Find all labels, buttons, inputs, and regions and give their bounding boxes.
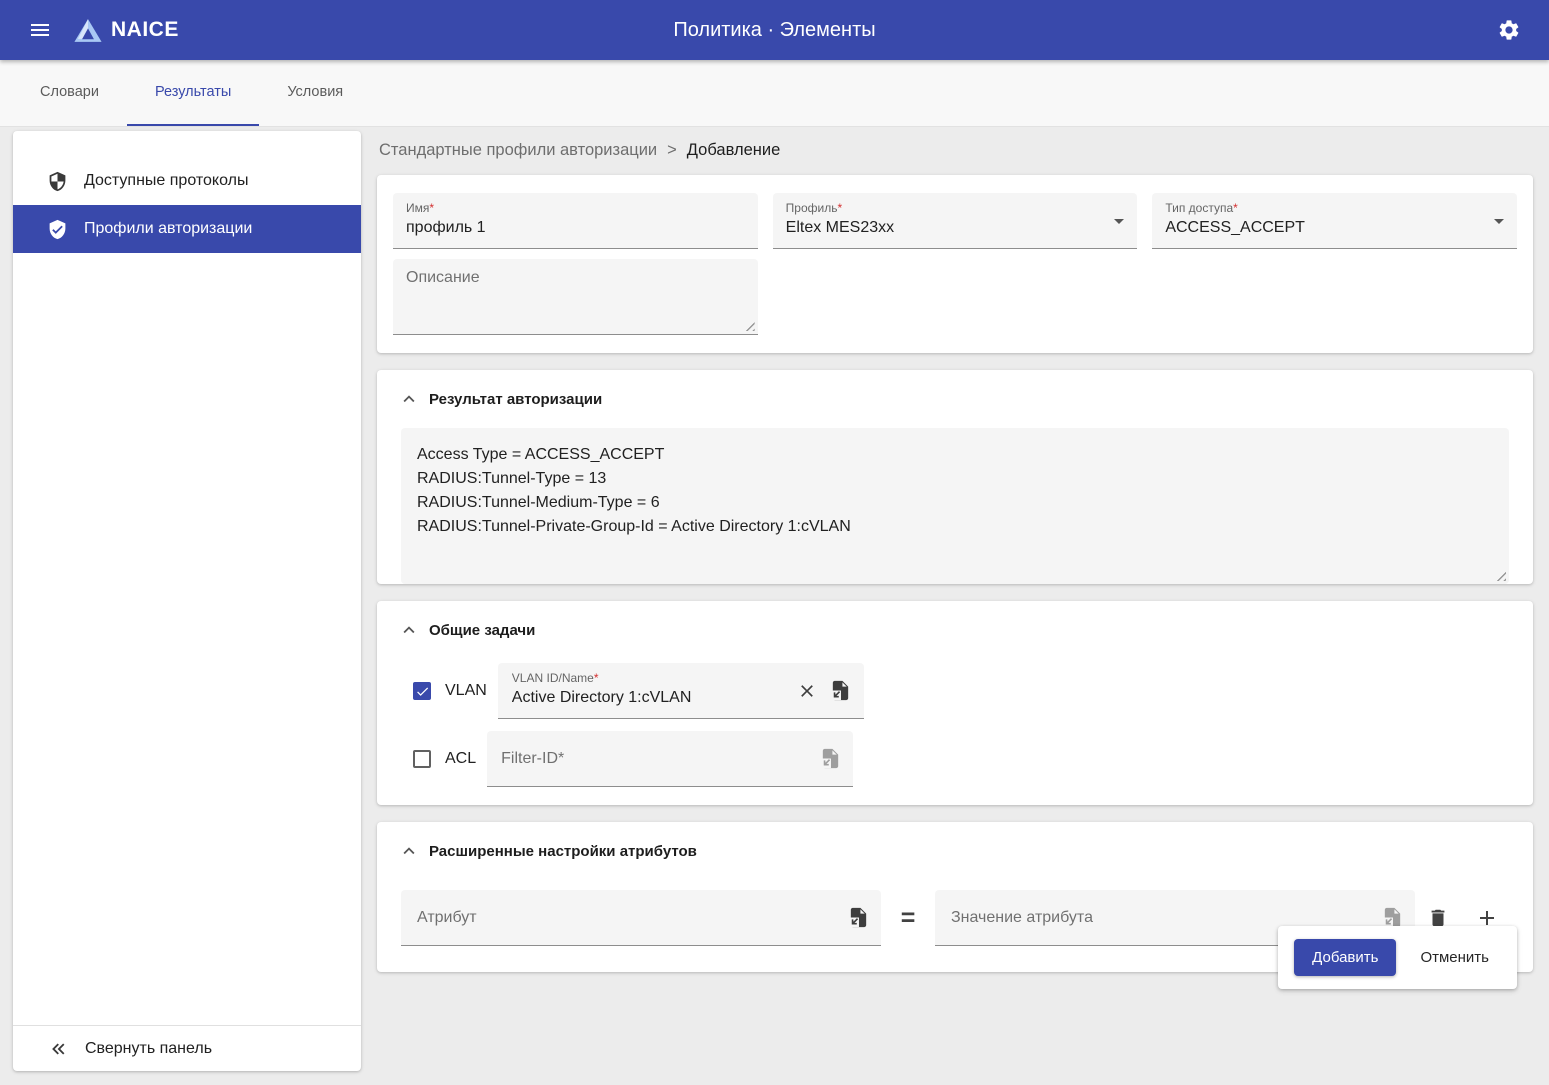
resize-grip-icon[interactable] [744,320,755,331]
chevron-up-icon[interactable] [398,619,420,641]
cancel-button[interactable]: Отменить [1406,939,1503,976]
vlan-id-field: VLAN ID/Name* [498,663,864,719]
acl-task-row: ACL [413,731,1509,787]
authorization-result-header: Результат авторизации [377,370,1533,410]
collapse-panel-button[interactable]: Свернуть панель [13,1025,361,1071]
common-tasks-header: Общие задачи [377,601,1533,641]
attribute-field [401,890,881,946]
tab-conditions[interactable]: Условия [259,60,371,126]
vlan-id-field-label: VLAN ID/Name* [512,671,790,685]
description-field [393,259,758,335]
authorization-result-textarea[interactable]: Access Type = ACCESS_ACCEPT RADIUS:Tunne… [417,443,1493,569]
sidebar-item-available-protocols[interactable]: Доступные протоколы [13,157,361,205]
required-asterisk: * [429,201,434,215]
description-textarea[interactable] [406,269,745,324]
authorization-result-box: Access Type = ACCESS_ACCEPT RADIUS:Tunne… [401,428,1509,584]
tab-bar: Словари Результаты Условия [0,60,1549,127]
breadcrumb: Стандартные профили авторизации > Добавл… [379,141,1533,160]
add-button[interactable]: Добавить [1294,939,1396,976]
sidebar-item-label: Профили авторизации [84,220,252,238]
insert-from-dictionary-icon[interactable] [841,898,875,938]
shield-check-icon [47,219,68,240]
required-asterisk: * [837,201,842,215]
profile-form-card: Имя* Профиль* Eltex MES23xx Тип доступа*… [377,175,1533,353]
sidebar-item-label: Доступные протоколы [84,172,248,190]
clear-icon[interactable] [790,671,824,711]
form-actions: Добавить Отменить [1278,926,1517,989]
tab-results[interactable]: Результаты [127,60,259,126]
content-area: Доступные протоколы Профили авторизации … [0,127,1549,1085]
hamburger-menu-icon[interactable] [20,10,60,50]
access-type-select[interactable]: Тип доступа* ACCESS_ACCEPT [1152,193,1517,249]
vlan-id-input[interactable] [512,689,790,707]
section-title: Расширенные настройки атрибутов [429,843,697,860]
profile-select-label: Профиль* [786,201,1126,215]
brand-name: NAICE [111,18,179,42]
attribute-value-input[interactable] [951,909,1375,927]
chevron-up-icon[interactable] [398,388,420,410]
name-field-label: Имя* [406,201,746,215]
access-type-select-label: Тип доступа* [1165,201,1505,215]
acl-filter-input[interactable] [501,750,813,768]
insert-from-dictionary-icon [813,739,847,779]
section-title: Результат авторизации [429,391,602,408]
acl-checkbox-label: ACL [445,750,476,768]
breadcrumb-parent[interactable]: Стандартные профили авторизации [379,141,657,160]
insert-from-dictionary-icon[interactable] [824,671,858,711]
name-field: Имя* [393,193,758,249]
page-title: Политика · Элементы [0,19,1549,42]
dropdown-arrow-icon [1107,209,1131,233]
breadcrumb-current: Добавление [687,141,780,160]
attribute-input[interactable] [417,909,841,927]
breadcrumb-separator: > [667,141,677,160]
main-panel: Стандартные профили авторизации > Добавл… [377,127,1533,989]
shield-icon [47,171,68,192]
sidebar-items: Доступные протоколы Профили авторизации [13,131,361,1025]
equals-sign: = [881,904,935,933]
common-tasks-card: Общие задачи VLAN VLAN ID/Name* [377,601,1533,805]
tab-dictionaries[interactable]: Словари [12,60,127,126]
dropdown-arrow-icon [1487,209,1511,233]
settings-gear-icon[interactable] [1489,10,1529,50]
vlan-checkbox-label: VLAN [445,682,487,700]
authorization-result-card: Результат авторизации Access Type = ACCE… [377,370,1533,584]
profile-select[interactable]: Профиль* Eltex MES23xx [773,193,1138,249]
vlan-checkbox[interactable] [413,682,431,700]
brand: NAICE [74,18,179,43]
collapse-panel-label: Свернуть панель [85,1040,212,1058]
sidebar: Доступные протоколы Профили авторизации … [13,131,361,1071]
vlan-task-row: VLAN VLAN ID/Name* [413,663,1509,719]
advanced-attributes-header: Расширенные настройки атрибутов [377,822,1533,862]
section-title: Общие задачи [429,622,535,639]
resize-grip-icon[interactable] [1495,570,1506,581]
naice-logo-icon [74,18,102,43]
double-chevron-left-icon [47,1038,69,1060]
acl-filter-field [487,731,853,787]
profile-select-value: Eltex MES23xx [786,219,1126,237]
sidebar-item-authorization-profiles[interactable]: Профили авторизации [13,205,361,253]
required-asterisk: * [1233,201,1238,215]
required-asterisk: * [594,671,599,685]
chevron-up-icon[interactable] [398,840,420,862]
app-bar: NAICE Политика · Элементы [0,0,1549,60]
acl-checkbox[interactable] [413,750,431,768]
name-input[interactable] [406,219,746,237]
access-type-select-value: ACCESS_ACCEPT [1165,219,1505,237]
